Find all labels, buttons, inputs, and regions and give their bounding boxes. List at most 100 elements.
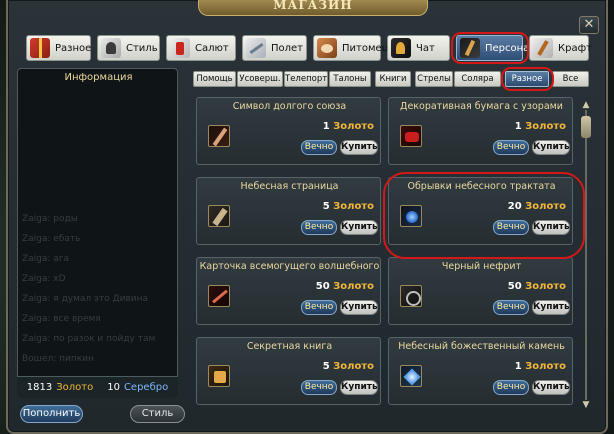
flight-icon — [246, 38, 266, 58]
forever-button[interactable]: Вечно — [301, 300, 337, 315]
subtab-misc[interactable]: Разное — [505, 71, 549, 87]
style-button[interactable]: Стиль — [130, 405, 185, 423]
buy-button[interactable]: Купить — [532, 220, 570, 235]
buy-button[interactable]: Купить — [532, 380, 570, 395]
category-label: Чат — [416, 42, 435, 54]
page-icon — [208, 205, 230, 227]
subtab-teleport[interactable]: Телепорт — [284, 71, 328, 87]
shop-item[interactable]: Небесный божественный камень 1 Золото Ве… — [388, 337, 573, 405]
forever-button[interactable]: Вечно — [493, 220, 529, 235]
item-price: 50 Золото — [315, 281, 374, 292]
chat-line: Zaiga: ага — [22, 254, 70, 264]
screen: МАГАЗИН ✕ Разное Стиль Салют Полет Питом… — [0, 0, 614, 434]
buy-button[interactable]: Купить — [340, 300, 378, 315]
gold-amount: 1813 — [26, 382, 53, 393]
scroll-down-icon[interactable]: ▼ — [580, 400, 592, 410]
silver-amount: 10 — [107, 382, 120, 393]
category-tab-pet[interactable]: Питомец — [313, 35, 388, 61]
craft-icon — [533, 38, 553, 58]
category-tab-style[interactable]: Стиль — [97, 35, 160, 61]
card-icon — [208, 285, 230, 307]
subtab-books[interactable]: Книги — [375, 71, 411, 87]
forever-button[interactable]: Вечно — [493, 300, 529, 315]
stone-icon — [400, 365, 422, 387]
item-price: 5 Золото — [322, 201, 374, 212]
item-price: 50 Золото — [507, 281, 566, 292]
item-name: Секретная книга — [246, 341, 333, 352]
scroll-up-icon[interactable]: ▲ — [580, 100, 592, 110]
shop-item[interactable]: Небесная страница 5 Золото Вечно Купить — [196, 177, 381, 245]
item-name: Карточка всемогущего волшебного — [199, 261, 380, 272]
background-chat: Zaiga: роды Zaiga: ебать Zaiga: ага Zaig… — [22, 209, 172, 369]
forever-button[interactable]: Вечно — [493, 380, 529, 395]
shop-item[interactable]: Символ долгого союза 1 Золото Вечно Купи… — [196, 97, 381, 165]
category-label: Крафт — [558, 42, 592, 54]
close-button[interactable]: ✕ — [579, 16, 599, 34]
shop-item[interactable]: Обрывки небесного трактата 20 Золото Веч… — [388, 177, 573, 245]
item-name: Обрывки небесного трактата — [407, 181, 556, 192]
shop-item[interactable]: Декоративная бумага с узорами 1 Золото В… — [388, 97, 573, 165]
buy-button[interactable]: Купить — [340, 140, 378, 155]
forever-button[interactable]: Вечно — [301, 220, 337, 235]
category-tab-character[interactable]: Персонаж — [456, 35, 538, 61]
category-label: Полет — [271, 42, 304, 54]
category-tab-salute[interactable]: Салют — [166, 35, 236, 61]
subtab-help[interactable]: Помощь — [193, 71, 236, 87]
shop-item[interactable]: Секретная книга 5 Золото Вечно Купить — [196, 337, 381, 405]
chat-line: Вошел: пипкин — [22, 354, 94, 364]
currency-balance: 1813 Золото 10 Серебро — [17, 376, 178, 398]
category-label: Питомец — [342, 42, 389, 54]
info-panel: Информация Zaiga: роды Zaiga: ебать Zaig… — [17, 68, 178, 398]
chat-line: Zaiga: хD — [22, 274, 66, 284]
red-paper-icon — [400, 125, 422, 147]
item-price: 5 Золото — [322, 361, 374, 372]
chat-icon — [391, 38, 411, 58]
item-price: 1 Золото — [514, 121, 566, 132]
forever-button[interactable]: Вечно — [301, 140, 337, 155]
item-price: 20 Золото — [507, 201, 566, 212]
subtab-tickets[interactable]: Талоны — [329, 71, 371, 87]
category-tab-flight[interactable]: Полет — [242, 35, 307, 61]
jade-icon — [400, 285, 422, 307]
buy-button[interactable]: Купить — [340, 380, 378, 395]
subtab-all[interactable]: Все — [552, 71, 589, 87]
shop-item[interactable]: Карточка всемогущего волшебного 50 Золот… — [196, 257, 381, 325]
category-tab-chat[interactable]: Чат — [387, 35, 450, 61]
item-price: 1 Золото — [322, 121, 374, 132]
category-tab-misc[interactable]: Разное — [26, 35, 91, 61]
book-icon — [208, 365, 230, 387]
salute-icon — [170, 38, 190, 58]
subtab-upgrade[interactable]: Усоверш. — [237, 71, 283, 87]
info-title: Информация — [64, 72, 133, 83]
chat-line: Zaiga: все время — [22, 314, 101, 324]
gold-label: Золото — [56, 382, 94, 393]
forever-button[interactable]: Вечно — [301, 380, 337, 395]
item-name: Черный нефрит — [441, 261, 522, 272]
item-name: Символ долгого союза — [232, 101, 347, 112]
category-tab-craft[interactable]: Крафт — [529, 35, 592, 61]
scroll-track[interactable] — [585, 110, 587, 400]
item-name: Декоративная бумага с узорами — [400, 101, 563, 112]
buy-button[interactable]: Купить — [532, 140, 570, 155]
character-icon — [460, 38, 480, 58]
silver-label: Серебро — [123, 382, 169, 393]
chat-line: Zaiga: я думал это Дивина — [22, 294, 149, 304]
item-grid: Символ долгого союза 1 Золото Вечно Купи… — [192, 90, 589, 412]
chat-line: Zaiga: роды — [22, 214, 78, 224]
subtab-solar[interactable]: Соляра — [454, 71, 501, 87]
window-title: МАГАЗИН — [198, 0, 428, 16]
item-name: Небесный божественный камень — [398, 341, 565, 352]
scroll-thumb[interactable] — [581, 116, 591, 138]
buy-button[interactable]: Купить — [532, 300, 570, 315]
category-label: Разное — [55, 42, 92, 54]
shop-item[interactable]: Черный нефрит 50 Золото Вечно Купить — [388, 257, 573, 325]
category-label: Салют — [195, 42, 229, 54]
item-scrollbar[interactable]: ▲ ▼ — [580, 100, 592, 410]
category-label: Стиль — [126, 42, 158, 54]
subtab-arrows[interactable]: Стрелы — [415, 71, 453, 87]
gift-icon — [30, 38, 50, 58]
topup-button[interactable]: Пополнить — [20, 405, 83, 423]
item-name: Небесная страница — [240, 181, 339, 192]
buy-button[interactable]: Купить — [340, 220, 378, 235]
forever-button[interactable]: Вечно — [493, 140, 529, 155]
